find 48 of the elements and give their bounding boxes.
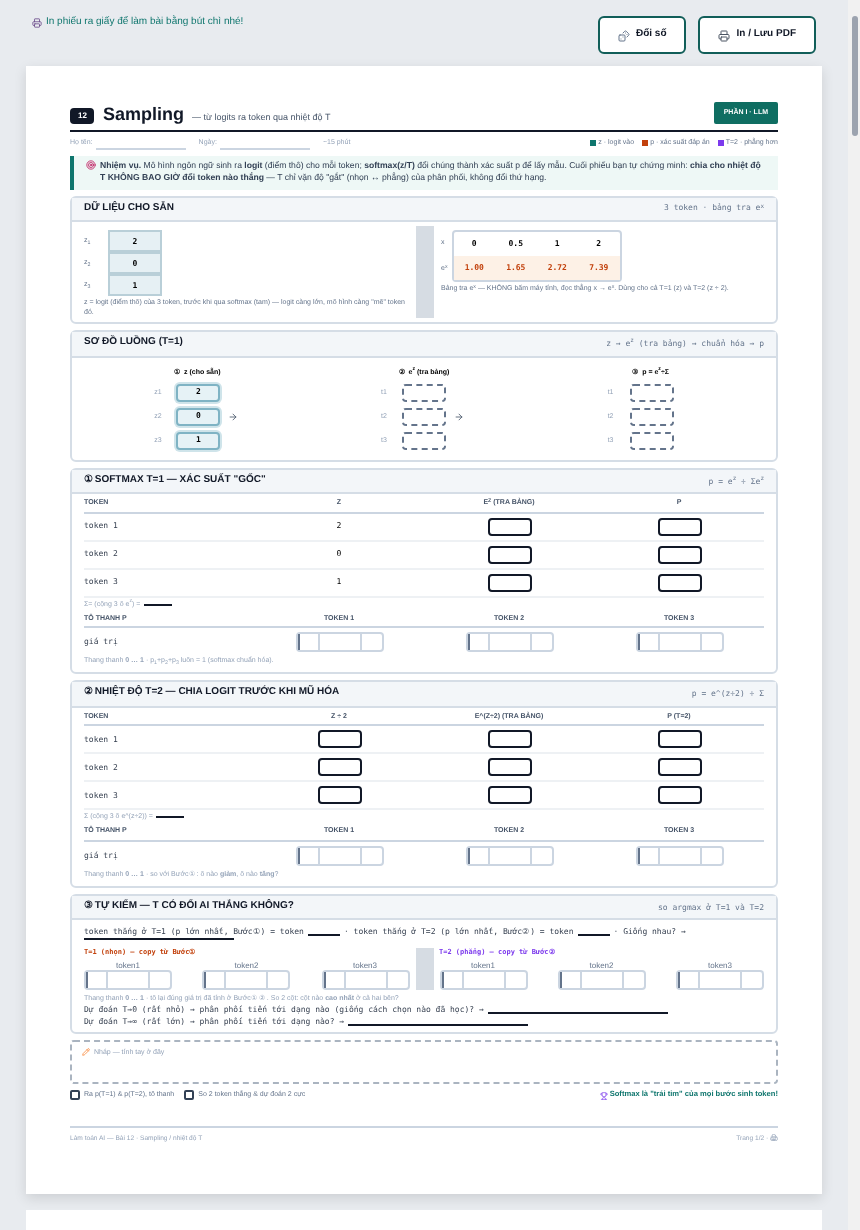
column-gutter bbox=[415, 948, 433, 989]
answer-box[interactable] bbox=[487, 573, 531, 591]
answer-box[interactable] bbox=[487, 517, 531, 535]
column-gutter bbox=[415, 226, 433, 318]
bar-track bbox=[676, 969, 764, 989]
bar-track bbox=[465, 845, 553, 865]
answer-box[interactable] bbox=[317, 786, 361, 804]
fill-in-line[interactable] bbox=[156, 816, 185, 819]
bar-track bbox=[465, 632, 553, 652]
answer-box[interactable] bbox=[317, 730, 361, 748]
answer-box[interactable] bbox=[487, 758, 531, 776]
bar-track bbox=[635, 845, 723, 865]
answer-box[interactable] bbox=[657, 758, 701, 776]
answer-box[interactable] bbox=[487, 786, 531, 804]
fill-in-line[interactable] bbox=[577, 934, 610, 937]
answer-box[interactable] bbox=[657, 730, 701, 748]
fill-in-line[interactable] bbox=[144, 603, 173, 606]
bar-track bbox=[295, 845, 383, 865]
printer-icon bbox=[32, 18, 42, 28]
printer-icon bbox=[718, 29, 731, 41]
bar-track bbox=[635, 632, 723, 652]
bar-track bbox=[321, 969, 409, 989]
answer-box[interactable] bbox=[317, 758, 361, 776]
dice-icon bbox=[617, 29, 630, 41]
bar-track bbox=[84, 969, 172, 989]
arrow-icon bbox=[452, 411, 467, 422]
answer-box[interactable] bbox=[657, 517, 701, 535]
answer-box[interactable] bbox=[487, 545, 531, 563]
answer-box[interactable] bbox=[657, 786, 701, 804]
answer-box[interactable] bbox=[657, 545, 701, 563]
bar-track bbox=[202, 969, 291, 989]
checkbox[interactable] bbox=[70, 1090, 80, 1101]
bar-track bbox=[295, 632, 383, 652]
pencil-icon bbox=[82, 1047, 90, 1056]
bar-track bbox=[557, 969, 646, 989]
scrollbar[interactable] bbox=[848, 0, 860, 1230]
arrow-icon bbox=[226, 411, 241, 422]
trophy-icon bbox=[599, 1091, 608, 1100]
fill-in-line[interactable] bbox=[307, 934, 340, 937]
fill-in-line[interactable] bbox=[348, 1023, 529, 1026]
bar-track bbox=[439, 969, 527, 989]
answer-box[interactable] bbox=[487, 730, 531, 748]
fill-in-line[interactable] bbox=[84, 938, 234, 941]
target-icon bbox=[86, 159, 96, 169]
fill-in-line[interactable] bbox=[487, 1011, 668, 1014]
checkbox[interactable] bbox=[184, 1090, 195, 1101]
worksheet-title: Sampling bbox=[102, 104, 184, 125]
answer-box[interactable] bbox=[657, 573, 701, 591]
